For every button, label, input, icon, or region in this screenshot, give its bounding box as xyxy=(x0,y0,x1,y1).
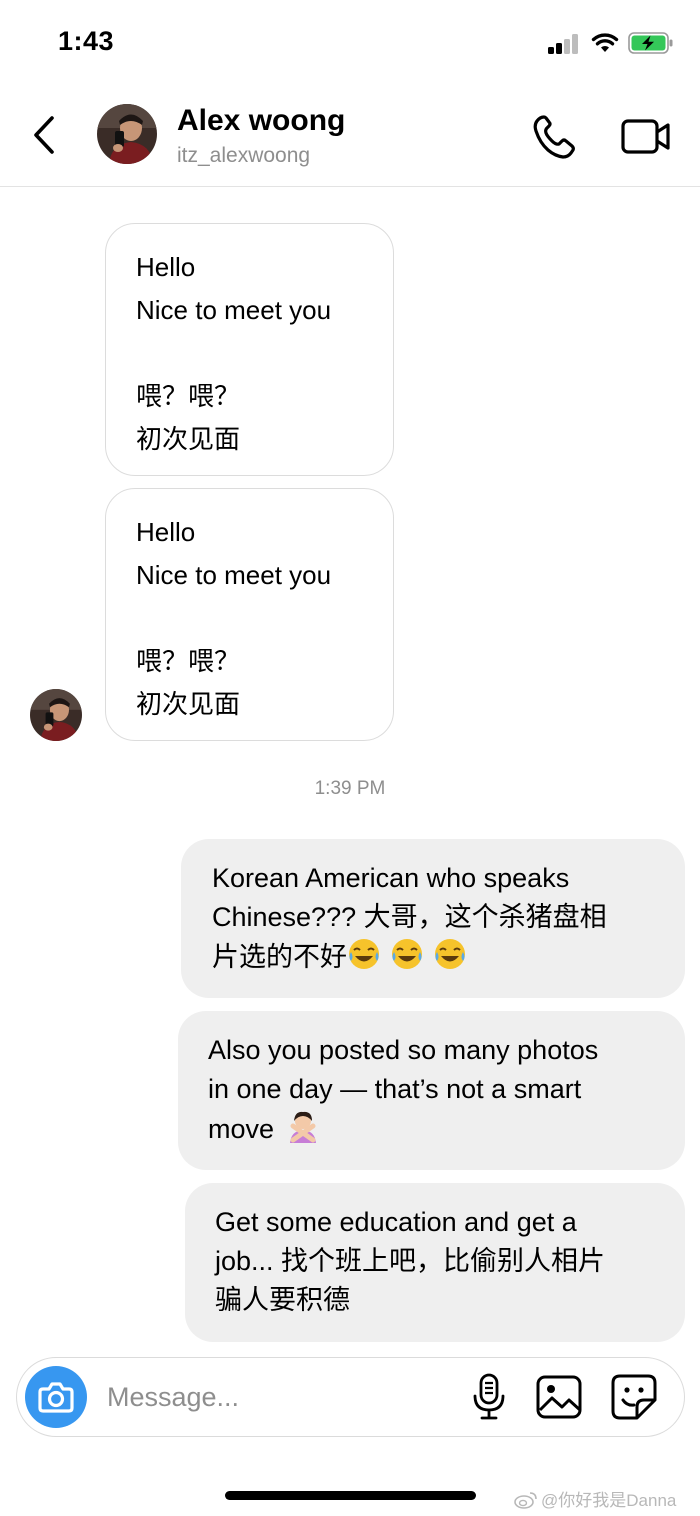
message-line-text: move xyxy=(208,1114,275,1144)
watermark: @你好我是Danna xyxy=(514,1486,676,1511)
message-line: in one day — that’s not a smart xyxy=(208,1074,582,1104)
outgoing-message[interactable]: Korean American who speaks Chinese??? 大哥… xyxy=(181,839,685,998)
battery-charging-icon xyxy=(628,32,673,54)
outgoing-message[interactable]: Get some education and get a job... 找个班上… xyxy=(185,1183,685,1342)
outgoing-message[interactable]: Also you posted so many photos in one da… xyxy=(178,1011,685,1170)
message-line-with-emoji: move xyxy=(208,1109,685,1148)
message-line: Hello xyxy=(136,252,196,282)
message-line: 骗人要积德 xyxy=(215,1285,350,1315)
home-indicator[interactable] xyxy=(225,1491,476,1500)
contact-handle: itz_alexwoong xyxy=(177,144,311,167)
weibo-logo-icon xyxy=(514,1492,537,1509)
incoming-message[interactable]: Hello Nice to meet you 喂？喂？ 初次见面 xyxy=(105,223,394,476)
message-line: 初次见面 xyxy=(136,424,241,454)
status-time: 1:43 xyxy=(58,26,115,56)
back-icon[interactable] xyxy=(28,112,62,158)
contact-name[interactable]: Alex woong xyxy=(177,104,345,138)
message-line: Also you posted so many photos xyxy=(208,1035,599,1065)
avatar[interactable] xyxy=(97,104,157,164)
message-composer xyxy=(16,1357,685,1437)
message-line: job... 找个班上吧，比偷别人相片 xyxy=(215,1246,606,1276)
signal-icon xyxy=(548,34,580,54)
message-line: Korean American who speaks xyxy=(212,863,570,893)
message-line: Nice to meet you xyxy=(136,295,332,325)
wifi-icon xyxy=(591,33,619,52)
camera-button[interactable] xyxy=(25,1366,87,1428)
message-line: 初次见面 xyxy=(136,689,241,719)
phone-call-icon[interactable] xyxy=(530,112,578,160)
incoming-message[interactable]: Hello Nice to meet you 喂？喂？ 初次见面 xyxy=(105,488,394,741)
message-line-text: 片选的不好 xyxy=(212,942,347,972)
message-line: 喂？喂？ xyxy=(136,381,241,411)
gallery-icon[interactable] xyxy=(535,1372,583,1422)
message-line: 喂？喂？ xyxy=(136,646,241,676)
person-gesturing-no-emoji xyxy=(290,1111,317,1143)
status-bar: 1:43 xyxy=(0,0,700,80)
chat-header: Alex woong itz_alexwoong xyxy=(0,90,700,187)
sender-avatar[interactable] xyxy=(30,689,82,741)
message-timestamp: 1:39 PM xyxy=(314,778,386,799)
message-line: Chinese??? 大哥，这个杀猪盘相 xyxy=(212,902,607,932)
message-input[interactable] xyxy=(107,1374,447,1420)
camera-icon xyxy=(38,1382,74,1413)
message-line: Nice to meet you xyxy=(136,560,332,590)
watermark-text: @你好我是Danna xyxy=(541,1491,677,1510)
message-line: Get some education and get a xyxy=(215,1207,577,1237)
video-call-icon[interactable] xyxy=(620,112,672,160)
face-with-tears-of-joy-emoji xyxy=(349,939,379,969)
message-line-with-emoji: 片选的不好 xyxy=(212,937,685,976)
message-line xyxy=(136,332,373,375)
message-line xyxy=(136,597,373,640)
message-line: Hello xyxy=(136,517,196,547)
sticker-icon[interactable] xyxy=(609,1372,659,1422)
face-with-tears-of-joy-emoji xyxy=(435,939,465,969)
microphone-icon[interactable] xyxy=(469,1372,509,1422)
face-with-tears-of-joy-emoji xyxy=(392,939,422,969)
